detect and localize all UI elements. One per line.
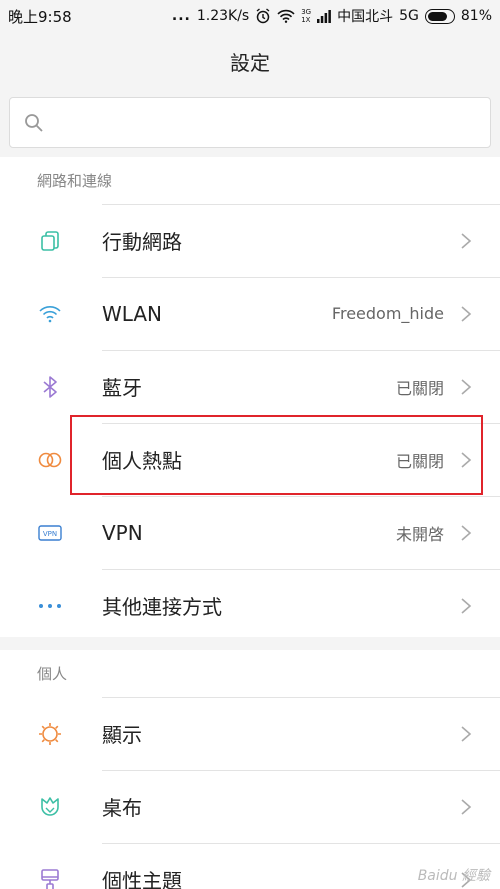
chevron-right-icon (461, 524, 472, 541)
chevron-right-icon (461, 305, 472, 322)
divider (102, 770, 500, 771)
row-label: 其他連接方式 (102, 595, 222, 619)
watermark: Baidu 經驗 (417, 868, 490, 884)
notification-dots: ... (171, 8, 191, 24)
page-title-bar: 設定 (0, 32, 500, 90)
row-value: Freedom_hide (331, 304, 444, 323)
settings-row-wallpaper[interactable]: 桌布 (0, 770, 500, 843)
mobile-network-icon (38, 229, 62, 253)
settings-row-wlan[interactable]: WLAN Freedom_hide (0, 277, 500, 350)
search-icon (25, 114, 43, 132)
network-type: 5G (399, 8, 419, 24)
settings-row-bluetooth[interactable]: 藍牙 已關閉 (0, 350, 500, 423)
more-connections-icon (38, 594, 62, 618)
settings-row-vpn[interactable]: VPN VPN 未開啓 (0, 496, 500, 569)
row-label: 藍牙 (102, 376, 142, 400)
status-icons: ... 1.23K/s 3G 1X 中国北斗 5G 81% (172, 6, 492, 26)
divider (102, 496, 500, 497)
chevron-right-icon (461, 232, 472, 249)
alarm-icon (256, 8, 270, 24)
row-label: 行動網路 (102, 230, 182, 254)
theme-icon (38, 868, 62, 889)
hotspot-icon (38, 448, 62, 472)
row-label: 顯示 (102, 723, 142, 747)
divider (102, 697, 500, 698)
carrier-name: 中国北斗 (337, 9, 394, 25)
settings-row-display[interactable]: 顯示 (0, 697, 500, 770)
section-label-network: 網路和連線 (37, 172, 113, 190)
row-label: 個性主題 (102, 869, 182, 889)
row-label: 桌布 (102, 796, 142, 820)
search-box[interactable] (9, 97, 491, 148)
divider (102, 350, 500, 351)
divider (102, 843, 500, 844)
status-bar: 晚上9:58 ... 1.23K/s 3G 1X 中国北斗 5G 81% (0, 0, 500, 32)
divider (102, 277, 500, 278)
svg-text:VPN: VPN (43, 530, 57, 538)
settings-row-other-connections[interactable]: 其他連接方式 (0, 569, 500, 642)
wallpaper-icon (38, 795, 62, 819)
battery-icon (424, 8, 455, 24)
network-indicator: 3G 1X (301, 8, 312, 24)
chevron-right-icon (461, 597, 472, 614)
status-time: 晚上9:58 (8, 7, 72, 26)
chevron-right-icon (461, 798, 472, 815)
chevron-right-icon (461, 725, 472, 742)
row-label: WLAN (102, 301, 163, 326)
network-speed: 1.23K/s (196, 8, 250, 24)
divider (102, 569, 500, 570)
row-label: VPN (102, 520, 143, 545)
wifi-signal-icon (277, 9, 295, 23)
section-personal: 個人 顯示 桌布 個性主題 (0, 650, 500, 889)
section-label-personal: 個人 (37, 665, 68, 683)
vpn-icon: VPN (38, 521, 62, 545)
bluetooth-icon (38, 375, 62, 399)
signal-bars-icon (317, 10, 332, 23)
battery-percent: 81% (460, 8, 492, 24)
battery-fill (427, 11, 448, 21)
highlight-box (70, 415, 483, 495)
wifi-icon (38, 302, 62, 326)
row-value: 未開啓 (395, 524, 444, 544)
divider (102, 204, 500, 205)
display-icon (38, 722, 62, 746)
chevron-right-icon (461, 378, 472, 395)
search-input[interactable] (60, 106, 480, 140)
row-value: 已關閉 (395, 378, 444, 398)
settings-row-mobile-network[interactable]: 行動網路 (0, 204, 500, 277)
section-network: 網路和連線 行動網路 WLAN Freedom_hide 藍牙 已關閉 個人熱點 (0, 157, 500, 637)
page-title: 設定 (230, 50, 270, 75)
